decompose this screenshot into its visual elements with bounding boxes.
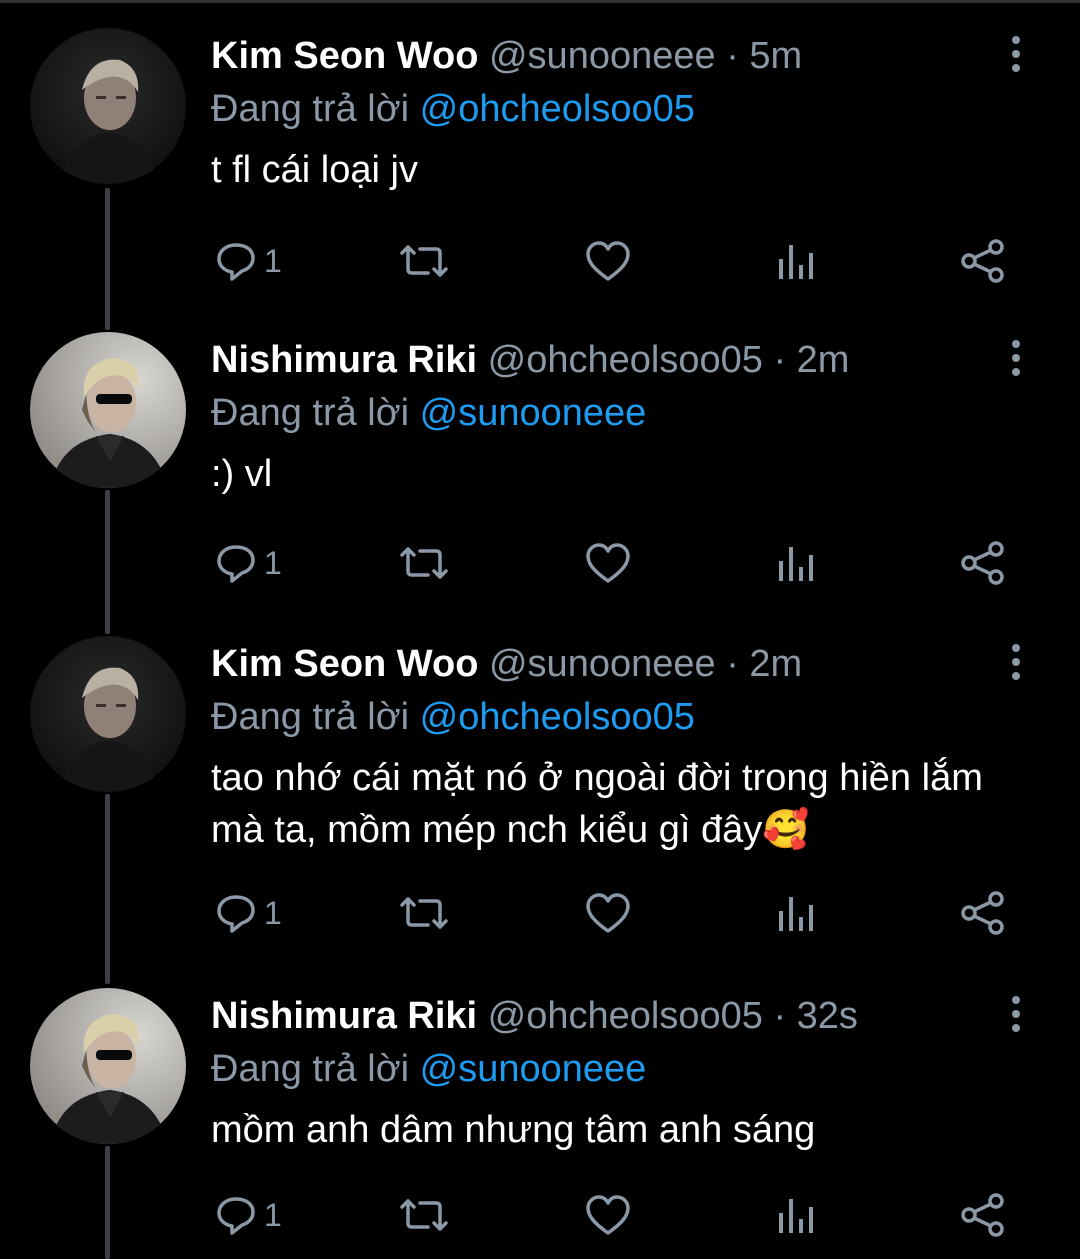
tweet-text: tao nhớ cái mặt nó ở ngoài đời trong hiề… [211, 757, 983, 851]
replying-to-label: Đang trả lời [211, 392, 410, 434]
retweet-button[interactable] [398, 538, 450, 588]
retweet-icon [400, 1199, 448, 1231]
tweet-header: Nishimura Riki @ohcheolsoo05 · 2m [211, 334, 849, 386]
action-bar: 1 [0, 236, 1080, 286]
avatar[interactable] [30, 28, 186, 184]
share-button[interactable] [960, 538, 1006, 588]
timestamp[interactable]: 32s [797, 995, 858, 1037]
like-button[interactable] [584, 538, 632, 588]
username[interactable]: @ohcheolsoo05 [488, 995, 763, 1037]
share-button[interactable] [960, 1190, 1006, 1240]
mention-link[interactable]: @sunooneee [420, 392, 647, 434]
reply-button[interactable]: 1 [214, 888, 282, 938]
tweet-text: t fl cái loại jv [211, 149, 418, 191]
separator-dot: · [726, 643, 739, 685]
like-icon [586, 1195, 630, 1235]
display-name[interactable]: Nishimura Riki [211, 339, 477, 381]
tweet-text: :) vl [211, 453, 273, 495]
like-button[interactable] [584, 236, 632, 286]
more-icon[interactable] [1004, 994, 1028, 1034]
action-bar: 1 [0, 888, 1080, 938]
like-icon [586, 241, 630, 281]
retweet-button[interactable] [398, 1190, 450, 1240]
retweet-button[interactable] [398, 888, 450, 938]
avatar[interactable] [30, 332, 186, 488]
reply-button[interactable]: 1 [214, 236, 282, 286]
views-icon [779, 1199, 813, 1233]
replying-to: Đang trả lời @sunooneee [211, 1044, 646, 1094]
views-icon [779, 897, 813, 931]
views-button[interactable] [776, 1190, 816, 1240]
share-icon [961, 541, 1004, 585]
reply-count: 1 [264, 544, 282, 581]
top-divider [0, 0, 1080, 3]
tweet[interactable]: Nishimura Riki @ohcheolsoo05 · 2m Đang t… [0, 332, 1080, 592]
mention-link[interactable]: @sunooneee [420, 1048, 647, 1090]
share-icon [961, 239, 1004, 283]
tweet-header: Nishimura Riki @ohcheolsoo05 · 32s [211, 990, 858, 1042]
replying-to-label: Đang trả lời [211, 1048, 410, 1090]
separator-dot: · [726, 35, 739, 77]
share-icon [961, 1193, 1004, 1237]
display-name[interactable]: Nishimura Riki [211, 995, 477, 1037]
replying-to: Đang trả lời @sunooneee [211, 388, 646, 438]
share-icon [961, 891, 1004, 935]
action-bar: 1 [0, 1190, 1080, 1240]
tweet-header: Kim Seon Woo @sunooneee · 5m [211, 30, 802, 82]
action-bar: 1 [0, 538, 1080, 588]
mention-link[interactable]: @ohcheolsoo05 [420, 696, 695, 738]
like-icon [586, 893, 630, 933]
more-icon[interactable] [1004, 34, 1028, 74]
views-button[interactable] [776, 538, 816, 588]
reply-count: 1 [264, 894, 282, 931]
tweet[interactable]: Nishimura Riki @ohcheolsoo05 · 32s Đang … [0, 988, 1080, 1259]
tweet[interactable]: Kim Seon Woo @sunooneee · 2m Đang trả lờ… [0, 636, 1080, 948]
tweet[interactable]: Kim Seon Woo @sunooneee · 5m Đang trả lờ… [0, 28, 1080, 288]
separator-dot: · [773, 339, 787, 381]
reply-button[interactable]: 1 [214, 538, 282, 588]
avatar[interactable] [30, 988, 186, 1144]
views-icon [779, 547, 813, 581]
reply-icon [217, 895, 255, 933]
display-name[interactable]: Kim Seon Woo [211, 643, 478, 685]
reply-icon [217, 243, 255, 281]
replying-to: Đang trả lời @ohcheolsoo05 [211, 84, 695, 134]
like-icon [586, 543, 630, 583]
retweet-icon [400, 547, 448, 579]
timestamp[interactable]: 2m [797, 339, 850, 381]
reply-count: 1 [264, 242, 282, 279]
replying-to-label: Đang trả lời [211, 696, 410, 738]
username[interactable]: @sunooneee [489, 643, 716, 685]
share-button[interactable] [960, 888, 1006, 938]
username[interactable]: @ohcheolsoo05 [488, 339, 763, 381]
reply-icon [217, 1197, 255, 1235]
avatar[interactable] [30, 636, 186, 792]
replying-to-label: Đang trả lời [211, 88, 410, 130]
replying-to: Đang trả lời @ohcheolsoo05 [211, 692, 695, 742]
views-button[interactable] [776, 888, 816, 938]
views-icon [779, 245, 813, 279]
reply-count: 1 [264, 1196, 282, 1233]
retweet-icon [400, 245, 448, 277]
like-button[interactable] [584, 888, 632, 938]
views-button[interactable] [776, 236, 816, 286]
like-button[interactable] [584, 1190, 632, 1240]
retweet-icon [400, 897, 448, 929]
timestamp[interactable]: 2m [749, 643, 802, 685]
share-button[interactable] [960, 236, 1006, 286]
mention-link[interactable]: @ohcheolsoo05 [420, 88, 695, 130]
username[interactable]: @sunooneee [489, 35, 716, 77]
display-name[interactable]: Kim Seon Woo [211, 35, 478, 77]
retweet-button[interactable] [398, 236, 450, 286]
reply-icon [217, 545, 255, 583]
reply-button[interactable]: 1 [214, 1190, 282, 1240]
separator-dot: · [773, 995, 787, 1037]
more-icon[interactable] [1004, 642, 1028, 682]
timestamp[interactable]: 5m [749, 35, 802, 77]
tweet-header: Kim Seon Woo @sunooneee · 2m [211, 638, 802, 690]
more-icon[interactable] [1004, 338, 1028, 378]
tweet-text: mồm anh dâm nhưng tâm anh sáng [211, 1109, 816, 1151]
